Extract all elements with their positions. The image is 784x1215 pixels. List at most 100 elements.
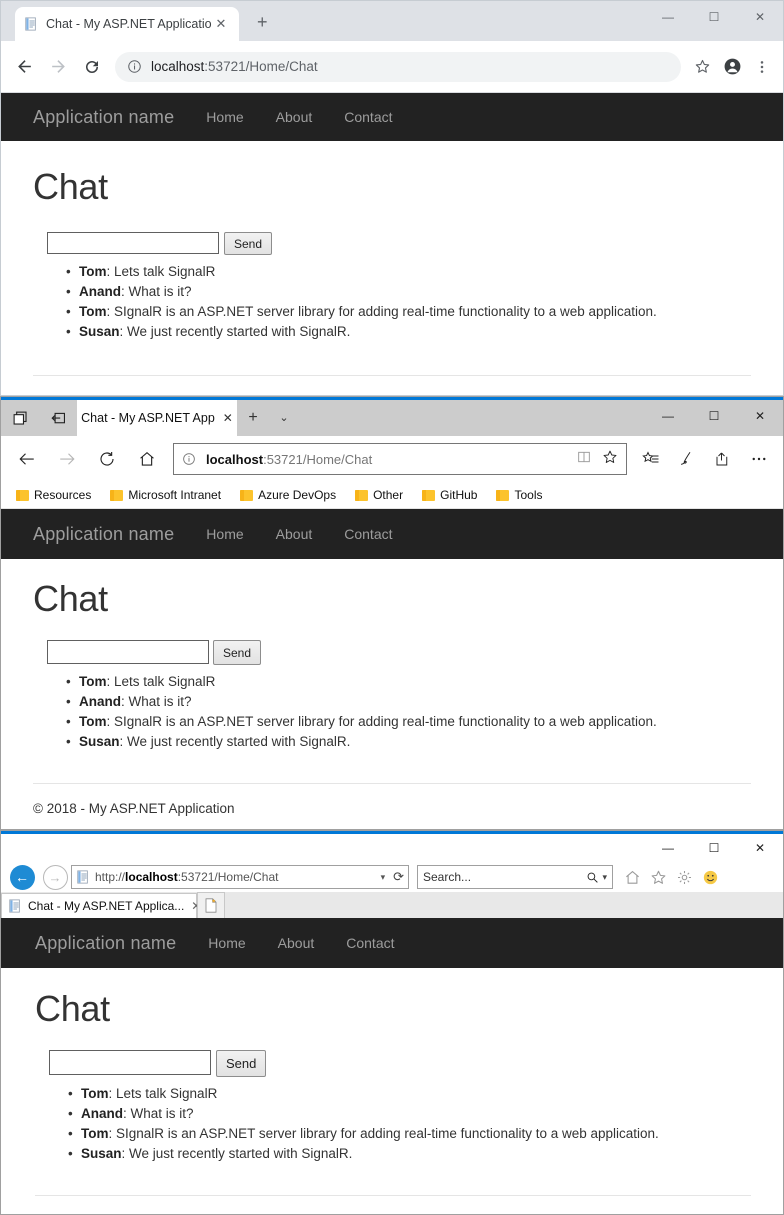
ie-search-dropdown-icon[interactable]: ▾ [602, 872, 607, 883]
ie-close-button[interactable]: ✕ [737, 834, 783, 862]
nav-link-home[interactable]: Home [208, 935, 245, 951]
edge-restore-tabs-button[interactable] [39, 400, 77, 436]
send-button[interactable]: Send [224, 232, 273, 255]
message-text: What is it? [130, 1106, 194, 1121]
chrome-close-button[interactable]: ✕ [737, 1, 783, 33]
chrome-new-tab-button[interactable]: + [257, 13, 268, 31]
favorite-folder-resources[interactable]: Resources [11, 488, 91, 502]
message-user: Tom [79, 304, 107, 319]
chat-form: Send [47, 640, 751, 665]
ie-address-dropdown-icon[interactable]: ▾ [381, 872, 386, 883]
message-separator: : [119, 734, 128, 749]
chrome-menu-button[interactable] [747, 59, 777, 75]
favorite-folder-github[interactable]: GitHub [417, 488, 477, 502]
chat-message: Susan: We just recently started with Sig… [65, 1144, 751, 1164]
message-input[interactable] [49, 1050, 211, 1075]
edge-reading-view-button[interactable] [576, 449, 592, 470]
edge-close-button[interactable]: ✕ [737, 400, 783, 431]
message-text: We just recently started with SignalR. [129, 1146, 353, 1161]
edge-tab-menu-caret-icon[interactable]: ⌄ [269, 400, 299, 436]
nav-link-about[interactable]: About [278, 935, 315, 951]
ie-tab[interactable]: Chat - My ASP.NET Applica... ✕ [1, 893, 201, 918]
edge-share-button[interactable] [705, 450, 741, 468]
chat-message: Tom: SIgnalR is an ASP.NET server librar… [63, 302, 751, 322]
chrome-profile-button[interactable] [717, 57, 747, 76]
favorite-folder-tools[interactable]: Tools [491, 488, 542, 502]
chrome-reload-button[interactable] [75, 50, 109, 84]
ie-search-box[interactable]: Search... ▾ [417, 865, 613, 889]
edge-window-controls: — ☐ ✕ [645, 400, 783, 431]
nav-link-contact[interactable]: Contact [344, 109, 392, 125]
edge-maximize-button[interactable]: ☐ [691, 400, 737, 431]
ie-back-button[interactable]: ← [5, 864, 39, 890]
message-separator: : [106, 714, 115, 729]
message-input[interactable] [47, 232, 219, 254]
site-brand[interactable]: Application name [33, 107, 174, 128]
edge-hub-button[interactable] [633, 450, 669, 468]
ie-minimize-button[interactable]: — [645, 834, 691, 862]
nav-link-contact[interactable]: Contact [344, 526, 392, 542]
chat-message-list: Tom: Lets talk SignalR Anand: What is it… [63, 262, 751, 342]
chat-message: Tom: Lets talk SignalR [63, 262, 751, 282]
chrome-minimize-button[interactable]: — [645, 1, 691, 33]
ie-favorites-button[interactable] [645, 869, 671, 886]
edge-new-tab-button[interactable]: + [237, 400, 269, 436]
edge-set-tabs-aside-button[interactable] [1, 400, 39, 436]
chrome-maximize-button[interactable]: ☐ [691, 1, 737, 33]
edge-url-path: :53721/Home/Chat [263, 451, 373, 467]
edge-web-note-button[interactable] [669, 450, 705, 468]
edge-minimize-button[interactable]: — [645, 400, 691, 431]
edge-back-button[interactable] [7, 442, 47, 476]
ie-maximize-button[interactable]: ☐ [691, 834, 737, 862]
edge-favorite-button[interactable] [602, 449, 618, 470]
page-favicon [9, 899, 20, 913]
ie-window-controls: — ☐ ✕ [645, 834, 783, 862]
ie-home-button[interactable] [619, 869, 645, 886]
chrome-back-button[interactable] [7, 50, 41, 84]
chrome-address-bar[interactable]: localhost:53721/Home/Chat [115, 51, 681, 82]
arrow-right-icon [60, 453, 75, 465]
edge-home-button[interactable] [127, 442, 167, 476]
footer-divider [33, 375, 751, 376]
send-button[interactable]: Send [216, 1050, 267, 1077]
chrome-tab[interactable]: Chat - My ASP.NET Application ✕ [15, 7, 239, 41]
ie-url-path: :53721/Home/Chat [177, 870, 279, 884]
edge-tab[interactable]: Chat - My ASP.NET App ✕ [77, 400, 237, 436]
nav-link-home[interactable]: Home [206, 109, 243, 125]
folder-icon [422, 489, 436, 501]
book-icon [578, 451, 590, 462]
page-title: Chat [33, 166, 108, 207]
ie-forward-button[interactable]: → [39, 864, 71, 890]
nav-link-about[interactable]: About [276, 526, 313, 542]
edge-address-bar[interactable]: localhost:53721/Home/Chat [173, 443, 627, 475]
site-brand[interactable]: Application name [33, 524, 174, 545]
edge-tab-close-icon[interactable]: ✕ [223, 411, 233, 425]
chrome-tab-strip: Chat - My ASP.NET Application ✕ + — ☐ ✕ [1, 1, 783, 41]
ie-new-tab-button[interactable] [197, 892, 225, 918]
ie-address-bar[interactable]: http://localhost:53721/Home/Chat ▾ ⟳ [71, 865, 409, 889]
arrow-left-icon: ← [9, 864, 35, 890]
edge-refresh-button[interactable] [87, 442, 127, 476]
home-icon [625, 870, 639, 884]
message-user: Tom [79, 674, 107, 689]
ie-tools-button[interactable] [671, 869, 697, 886]
page-title: Chat [33, 578, 108, 619]
send-button[interactable]: Send [213, 640, 262, 665]
chrome-forward-button[interactable] [41, 50, 75, 84]
chrome-bookmark-button[interactable] [687, 58, 717, 75]
nav-link-contact[interactable]: Contact [346, 935, 394, 951]
message-user: Anand [81, 1106, 123, 1121]
message-input[interactable] [47, 640, 209, 664]
favorite-label: Other [373, 488, 404, 502]
ie-refresh-icon[interactable]: ⟳ [393, 869, 404, 885]
site-brand[interactable]: Application name [35, 933, 176, 954]
nav-link-about[interactable]: About [276, 109, 313, 125]
favorite-folder-microsoft-intranet[interactable]: Microsoft Intranet [105, 488, 221, 502]
edge-forward-button[interactable] [47, 442, 87, 476]
chrome-tab-close-icon[interactable]: ✕ [212, 16, 230, 32]
ie-feedback-button[interactable] [697, 869, 723, 886]
nav-link-home[interactable]: Home [206, 526, 243, 542]
favorite-folder-other[interactable]: Other [350, 488, 403, 502]
favorite-folder-azure-devops[interactable]: Azure DevOps [235, 488, 336, 502]
edge-settings-menu-button[interactable] [741, 450, 777, 468]
